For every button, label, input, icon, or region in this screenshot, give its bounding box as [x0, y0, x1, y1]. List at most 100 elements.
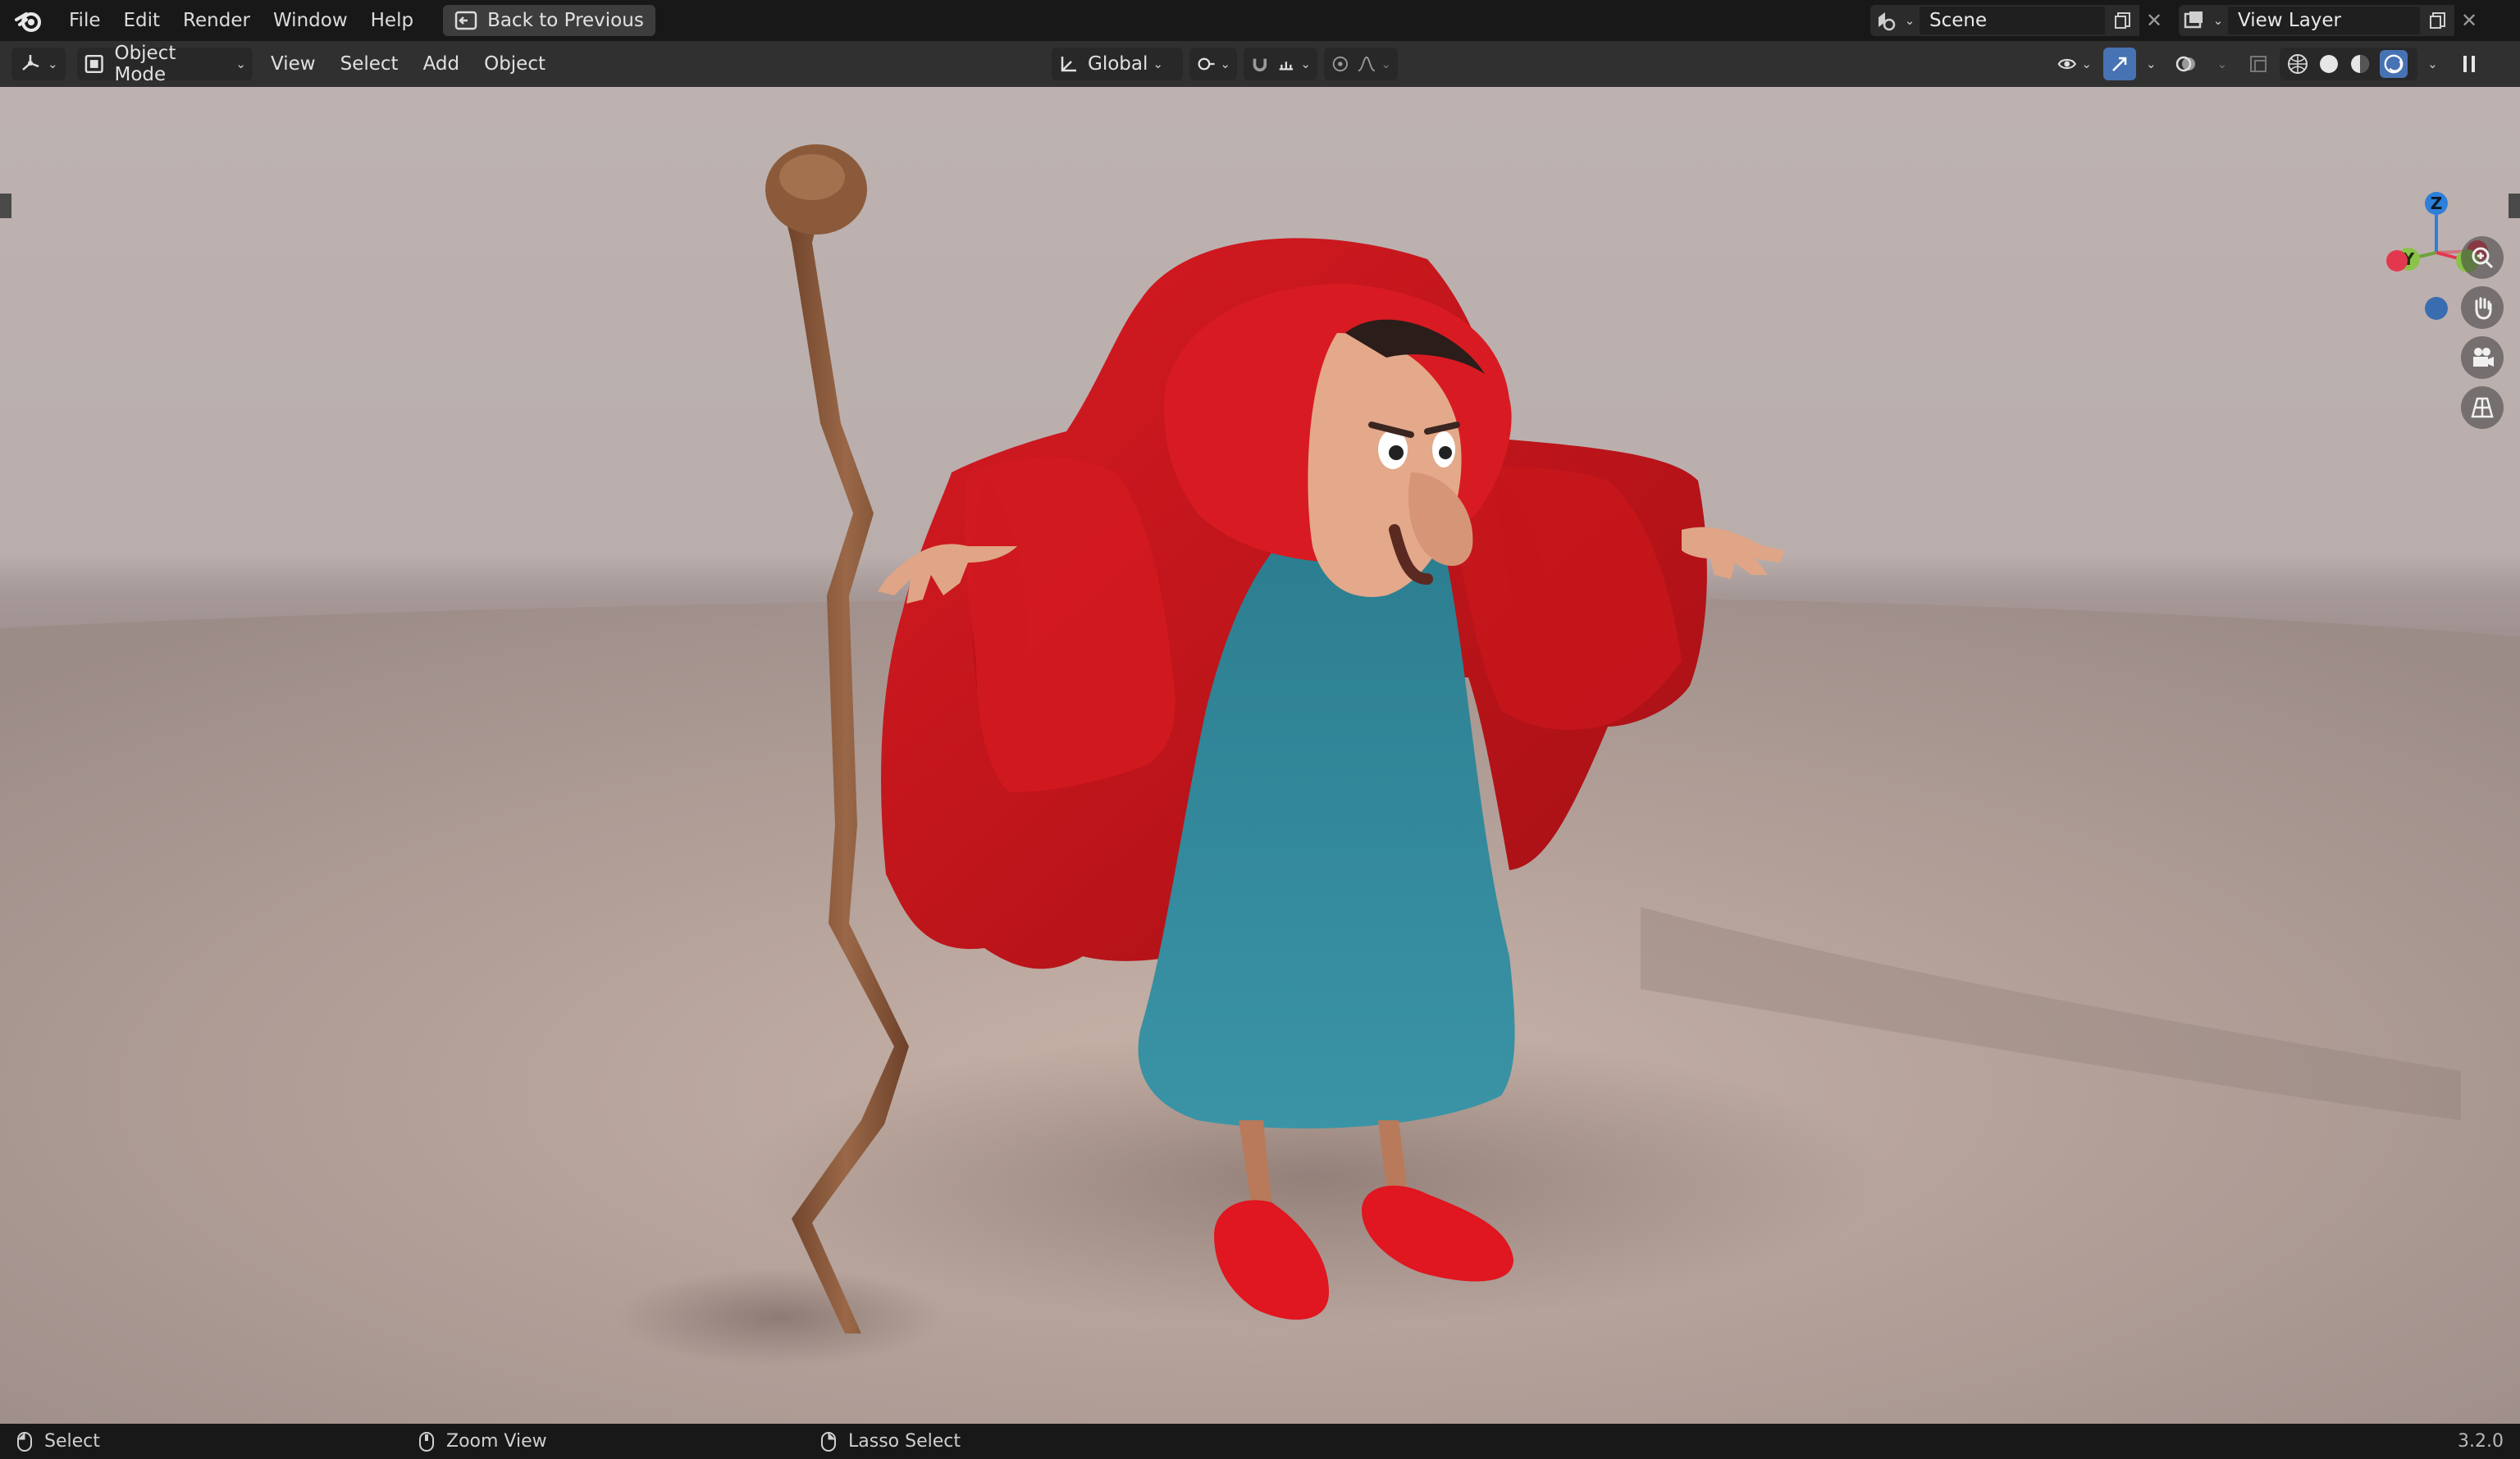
show-gizmo-toggle[interactable] [2103, 48, 2136, 80]
3d-viewport[interactable]: Z Y [0, 87, 2520, 1424]
proportional-edit-icon [1332, 56, 1348, 72]
hand-icon [2475, 297, 2492, 320]
view-layer-browse-button[interactable]: ⌄ [2179, 5, 2226, 36]
new-view-layer-button[interactable] [2422, 5, 2454, 36]
sidebar-expand-tab[interactable] [2509, 194, 2520, 218]
menu-add[interactable]: Add [417, 48, 467, 80]
chevron-down-icon: ⌄ [235, 57, 246, 71]
scene-selector: ⌄ Scene ✕ ⌄ View Layer ✕ [1870, 5, 2484, 36]
orientation-axes-icon [1061, 57, 1076, 72]
rendered-scene [0, 144, 2520, 1424]
duplicate-icon [2430, 12, 2445, 29]
show-overlays-toggle[interactable] [2168, 48, 2207, 80]
pivot-icon [1198, 57, 1215, 71]
camera-icon [2473, 348, 2494, 367]
snapping-toggle[interactable]: ⌄ [1244, 48, 1317, 80]
version-label: 3.2.0 [2458, 1431, 2504, 1452]
overlays-icon [2175, 56, 2195, 72]
gizmo-z-label: Z [2431, 194, 2443, 213]
scene-icon [1878, 12, 1895, 31]
status-middle-mouse: Zoom View [418, 1424, 547, 1459]
menu-select[interactable]: Select [334, 48, 405, 80]
status-select-label: Select [44, 1431, 100, 1452]
rendered-shading-button[interactable] [2380, 50, 2408, 78]
pan-view-button[interactable] [2461, 286, 2504, 329]
delete-scene-button[interactable]: ✕ [2139, 5, 2169, 36]
view-layer-icon [2184, 11, 2203, 29]
orientation-label: Global [1088, 53, 1148, 75]
gizmo-options-chevron-icon[interactable]: ⌄ [2146, 57, 2157, 71]
transform-controls: Global ⌄ ⌄ ⌄ ⌄ [1052, 48, 1398, 80]
xray-icon [2250, 56, 2267, 72]
chevron-down-icon: ⌄ [48, 57, 58, 71]
material-preview-shading-icon[interactable] [2349, 52, 2372, 75]
top-menu-bar: File Edit Render Window Help Back to Pre… [0, 0, 2520, 41]
proportional-editing-toggle[interactable]: ⌄ [1324, 48, 1398, 80]
chevron-down-icon: ⌄ [2212, 13, 2224, 28]
chevron-down-icon: ⌄ [1381, 57, 1391, 71]
mouse-middle-icon [419, 1431, 434, 1452]
blender-logo-icon[interactable] [0, 0, 57, 41]
rendered-shading-icon [2384, 54, 2404, 74]
status-zoom-label: Zoom View [446, 1431, 547, 1452]
shading-mode-group [2280, 48, 2418, 80]
chevron-down-icon: ⌄ [1904, 13, 1915, 28]
perspective-toggle-button[interactable] [2461, 386, 2504, 429]
scene-name-field[interactable]: Scene [1918, 5, 2107, 36]
gizmo-neg-x-axis[interactable] [2386, 250, 2408, 271]
gizmo-neg-z-axis[interactable] [2425, 297, 2448, 320]
delete-view-layer-button[interactable]: ✕ [2454, 5, 2484, 36]
overlays-options-chevron-icon[interactable]: ⌄ [2217, 57, 2228, 71]
shading-options-chevron-icon[interactable]: ⌄ [2427, 57, 2438, 71]
menu-file[interactable]: File [57, 0, 112, 41]
view-layer-name-field[interactable]: View Layer [2226, 5, 2422, 36]
editor-type-button[interactable]: ⌄ [11, 48, 66, 80]
toolbar-expand-tab[interactable] [0, 194, 11, 218]
viewport-display-controls: ⌄ ⌄ ⌄ ⌄ [2051, 48, 2486, 80]
object-visibility-dropdown[interactable]: ⌄ [2051, 48, 2098, 80]
back-to-previous-button[interactable]: Back to Previous [443, 5, 655, 36]
magnet-icon [1253, 58, 1267, 72]
status-bar: Select Zoom View Lasso Select 3.2.0 [0, 1424, 2520, 1459]
eye-icon [2057, 58, 2076, 70]
status-right-mouse: Lasso Select [820, 1424, 961, 1459]
duplicate-icon [2115, 12, 2130, 29]
status-lasso-label: Lasso Select [848, 1431, 961, 1452]
pivot-point-dropdown[interactable]: ⌄ [1189, 48, 1237, 80]
mouse-left-icon [17, 1431, 32, 1452]
gizmo-arrow-icon [2112, 57, 2127, 71]
pause-render-button[interactable] [2453, 48, 2486, 80]
back-to-previous-label: Back to Previous [487, 10, 644, 31]
solid-shading-icon[interactable] [2317, 52, 2340, 75]
status-left-mouse: Select [16, 1424, 100, 1459]
mode-label: Object Mode [114, 43, 176, 85]
back-screen-icon [454, 11, 477, 30]
menu-render[interactable]: Render [171, 0, 262, 41]
xray-toggle[interactable] [2242, 48, 2275, 80]
wireframe-shading-icon[interactable] [2286, 52, 2309, 75]
mouse-right-icon [821, 1431, 836, 1452]
camera-view-button[interactable] [2461, 336, 2504, 379]
transform-orientation-dropdown[interactable]: Global ⌄ [1052, 48, 1183, 80]
pause-icon [2463, 56, 2475, 72]
menu-help[interactable]: Help [359, 0, 425, 41]
chevron-down-icon: ⌄ [1220, 57, 1230, 71]
scene-browse-button[interactable]: ⌄ [1870, 5, 1918, 36]
chevron-down-icon: ⌄ [2081, 57, 2092, 71]
mode-selector[interactable]: Object Mode ⌄ [77, 43, 253, 85]
grid-perspective-icon [2471, 397, 2494, 418]
new-scene-button[interactable] [2107, 5, 2139, 36]
3d-viewport-icon [22, 55, 39, 71]
menu-view[interactable]: View [264, 48, 322, 80]
zoom-view-button[interactable] [2461, 236, 2504, 279]
magnifier-plus-icon [2472, 247, 2494, 269]
menu-edit[interactable]: Edit [112, 0, 172, 41]
witch-face [1308, 319, 1485, 597]
snap-increment-icon [1279, 62, 1293, 71]
object-mode-icon [84, 54, 103, 74]
menu-object[interactable]: Object [477, 48, 552, 80]
chevron-down-icon: ⌄ [1153, 57, 1163, 71]
chevron-down-icon: ⌄ [1300, 57, 1311, 71]
falloff-curve-icon [1358, 56, 1375, 72]
menu-window[interactable]: Window [262, 0, 359, 41]
